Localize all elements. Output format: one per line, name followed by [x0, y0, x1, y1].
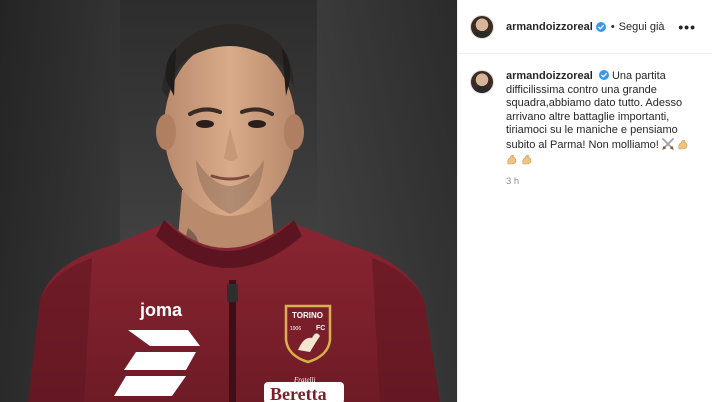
caption-text: armandoizzoreal Una partita difficilissi…: [506, 70, 700, 167]
post-header: armandoizzoreal • Segui già •••: [458, 0, 712, 54]
crest-fc-text: FC: [316, 325, 325, 332]
flexed-biceps-emoji-icon: [507, 154, 517, 164]
caption-block: armandoizzoreal Una partita difficilissi…: [458, 54, 712, 187]
caption-verified-badge-icon: [598, 70, 609, 80]
crossed-swords-emoji-icon: [662, 138, 674, 150]
crest-year-text: 1906: [290, 326, 301, 332]
post-photo[interactable]: joma TORINO 1906 FC Fratelli Beretta: [0, 0, 457, 402]
author-avatar[interactable]: [470, 14, 494, 39]
author-username[interactable]: armandoizzoreal: [506, 21, 593, 33]
post-sidebar: armandoizzoreal • Segui già ••• armandoi…: [457, 0, 712, 402]
instagram-post: joma TORINO 1906 FC Fratelli Beretta arm…: [0, 0, 712, 402]
follow-status-button[interactable]: Segui già: [619, 21, 665, 33]
more-options-icon[interactable]: •••: [674, 17, 700, 37]
player-illustration: joma TORINO 1906 FC Fratelli Beretta: [28, 24, 440, 402]
caption-comment: armandoizzoreal Una partita difficilissi…: [506, 70, 700, 187]
separator-dot: •: [610, 20, 615, 33]
torino-crest: TORINO 1906 FC: [284, 304, 332, 364]
jersey-brand-text: joma: [139, 300, 183, 320]
verified-badge-icon: [595, 21, 606, 32]
flexed-biceps-emoji-icon: [678, 139, 688, 150]
crest-top-text: TORINO: [292, 311, 323, 320]
sponsor-main-text: Beretta: [270, 384, 327, 402]
post-timestamp[interactable]: 3 h: [506, 176, 700, 187]
caption-username[interactable]: armandoizzoreal: [506, 70, 593, 82]
caption-author-avatar[interactable]: [470, 70, 494, 94]
caption-body: Una partita difficilissima contro una gr…: [506, 70, 683, 151]
flexed-biceps-emoji-icon: [522, 154, 532, 164]
